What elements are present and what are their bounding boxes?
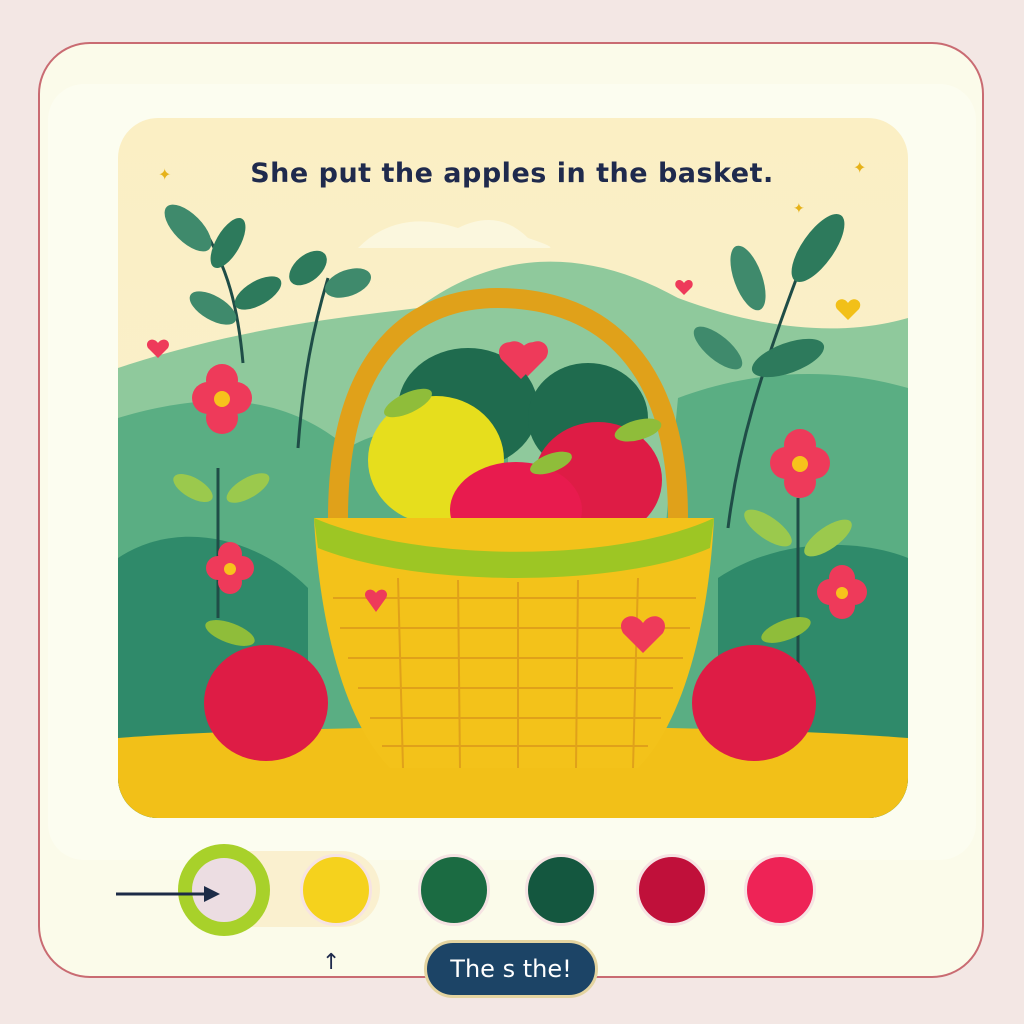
up-arrow-icon: ↑: [322, 950, 341, 975]
apple: [692, 645, 816, 761]
answer-button[interactable]: The s the!: [424, 940, 598, 998]
sentence-caption: She put the apples in the basket.: [250, 158, 774, 189]
color-swatch-4[interactable]: [525, 854, 597, 926]
color-swatch-5[interactable]: [636, 854, 708, 926]
illustration: ✦ ✦ ✦: [118, 118, 908, 818]
basket-scene-svg: ✦ ✦ ✦: [118, 118, 908, 818]
apple: [204, 645, 328, 761]
arrow-pointer-icon: [116, 886, 220, 902]
color-swatch-6[interactable]: [744, 854, 816, 926]
color-swatch-2[interactable]: [300, 854, 372, 926]
color-swatch-3[interactable]: [418, 854, 490, 926]
sparkle-icon: ✦: [793, 201, 805, 217]
